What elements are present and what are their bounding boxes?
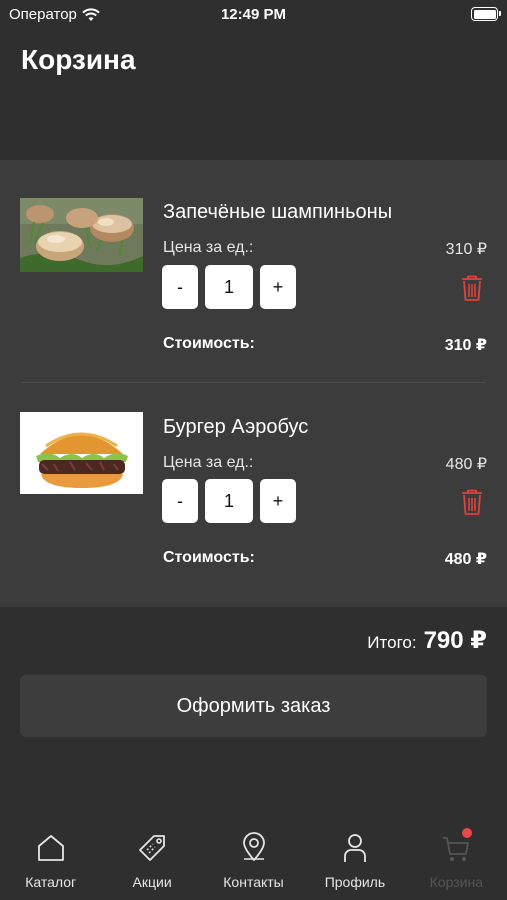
tab-cart[interactable]: Корзина <box>406 828 507 900</box>
cost-label: Стоимость: <box>163 549 255 566</box>
tab-label: Контакты <box>223 874 284 890</box>
increment-button[interactable]: + <box>260 265 296 309</box>
battery-icon <box>471 7 501 21</box>
total-label: Итого: <box>367 633 417 652</box>
cost-value: 480 ₽ <box>444 551 487 568</box>
decrement-button[interactable]: - <box>162 479 198 523</box>
unit-price-label: Цена за ед.: <box>163 454 254 471</box>
total-row: Итого: 790 ₽ <box>367 626 487 655</box>
quantity-field[interactable]: 1 <box>205 265 253 309</box>
tab-label: Профиль <box>324 874 386 890</box>
page-title: Корзина <box>21 44 136 75</box>
cart-list: Запечёные шампиньоны Цена за ед.: 310 ₽ … <box>0 160 507 607</box>
cart-item: Запечёные шампиньоны Цена за ед.: 310 ₽ … <box>0 160 507 374</box>
cost-value: 310 ₽ <box>444 337 487 354</box>
unit-price-value: 310 ₽ <box>445 241 487 258</box>
tag-icon <box>139 835 166 861</box>
item-name: Запечёные шампиньоны <box>163 201 393 223</box>
quantity-field[interactable]: 1 <box>205 479 253 523</box>
trash-icon[interactable] <box>460 274 484 302</box>
increment-button[interactable]: + <box>260 479 296 523</box>
tab-label: Корзина <box>429 874 483 890</box>
trash-icon[interactable] <box>460 488 484 516</box>
tab-label: Акции <box>132 874 172 890</box>
decrement-button[interactable]: - <box>162 265 198 309</box>
clock: 12:49 PM <box>220 6 287 23</box>
unit-price-value: 480 ₽ <box>445 456 487 473</box>
tab-profile[interactable]: Профиль <box>304 830 405 900</box>
unit-price-label: Цена за ед.: <box>163 239 254 256</box>
tab-label: Каталог <box>25 874 77 890</box>
burger-image <box>20 412 143 494</box>
cart-item: Бургер Аэробус Цена за ед.: 480 ₽ - 1 + … <box>0 383 507 597</box>
baked-mushrooms-image <box>20 198 143 272</box>
quantity-stepper: - 1 + <box>162 265 296 309</box>
tab-promotions[interactable]: Акции <box>101 830 202 900</box>
home-icon <box>37 835 64 861</box>
status-bar: Оператор 12:49 PM <box>0 0 507 30</box>
quantity-stepper: - 1 + <box>162 479 296 523</box>
checkout-button[interactable]: Оформить заказ <box>20 675 487 737</box>
cost-label: Стоимость: <box>163 335 255 352</box>
total-value: 790 ₽ <box>423 627 487 654</box>
item-name: Бургер Аэробус <box>163 416 309 438</box>
person-icon <box>344 834 366 862</box>
tab-contacts[interactable]: Контакты <box>203 830 304 900</box>
cart-badge <box>461 828 472 838</box>
location-pin-icon <box>242 832 265 862</box>
tab-bar: Каталог Акции Контакты Профиль Корзина <box>0 828 507 900</box>
tab-catalog[interactable]: Каталог <box>0 830 101 900</box>
